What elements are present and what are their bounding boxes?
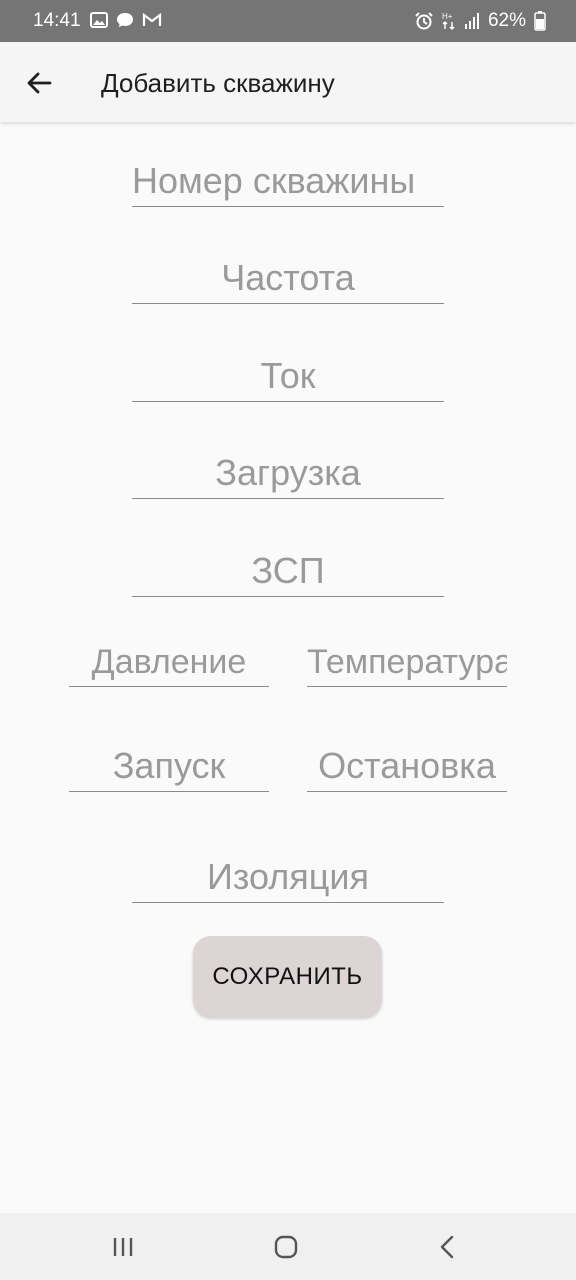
pressure-field-container [69, 636, 269, 687]
temperature-input[interactable] [307, 643, 507, 686]
back-button[interactable] [20, 64, 58, 102]
signal-icon [464, 12, 480, 30]
gmail-icon [142, 11, 162, 29]
navigation-bar [0, 1213, 576, 1280]
insulation-field-container [132, 852, 444, 903]
frequency-field-container [132, 253, 444, 304]
zsp-field-container [132, 546, 444, 597]
back-icon[interactable] [438, 1235, 458, 1259]
recent-apps-icon[interactable] [112, 1236, 136, 1258]
pressure-input[interactable] [69, 643, 269, 686]
alarm-icon [414, 11, 434, 31]
notification-icons [90, 11, 162, 29]
well-number-field-container [132, 156, 444, 207]
data-icon: H+ [442, 11, 456, 31]
current-input[interactable] [132, 355, 444, 401]
svg-text:H+: H+ [442, 12, 453, 21]
page-title: Добавить скважину [101, 68, 335, 98]
battery-icon [534, 11, 546, 31]
load-input[interactable] [132, 452, 444, 498]
battery-percent: 62% [487, 10, 526, 31]
save-button[interactable]: СОХРАНИТЬ [193, 936, 382, 1017]
load-field-container [132, 448, 444, 499]
start-field-container [69, 741, 269, 792]
start-input[interactable] [69, 745, 269, 791]
stop-input[interactable] [307, 745, 507, 791]
home-icon[interactable] [273, 1235, 299, 1259]
stop-field-container [307, 741, 507, 792]
zsp-input[interactable] [132, 550, 444, 596]
frequency-input[interactable] [132, 257, 444, 303]
arrow-left-icon [25, 69, 53, 97]
well-number-input[interactable] [132, 160, 444, 206]
system-icons: H+ 62% [414, 10, 546, 32]
chat-icon [116, 11, 134, 29]
image-icon [90, 11, 108, 29]
status-time: 14:41 [33, 10, 81, 31]
insulation-input[interactable] [132, 856, 444, 902]
app-bar: Добавить скважину [0, 42, 576, 122]
temperature-field-container [307, 636, 507, 687]
status-bar: 14:41 H+ 62% [0, 0, 576, 42]
current-field-container [132, 351, 444, 402]
